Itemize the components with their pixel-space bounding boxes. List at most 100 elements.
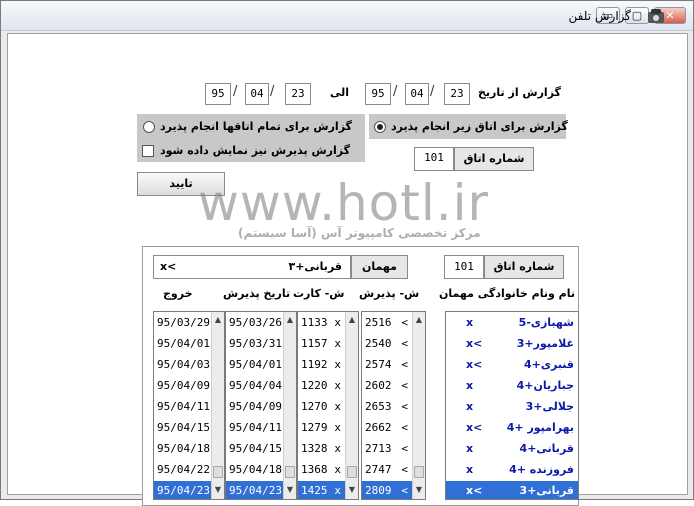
- scroll-down-arrow[interactable]: ▼: [212, 484, 224, 496]
- to-year-input[interactable]: 95: [205, 83, 231, 105]
- scroll-thumb[interactable]: [347, 466, 357, 478]
- table-row[interactable]: 95/04/18: [226, 460, 283, 480]
- guest-caption: مهمان: [351, 255, 408, 279]
- table-row[interactable]: 1220 x: [298, 376, 345, 396]
- table-row[interactable]: 1133 x: [298, 313, 345, 333]
- table-row[interactable]: x جباریان+4: [446, 376, 578, 396]
- cell-value: 95/04/01: [229, 358, 282, 371]
- table-row[interactable]: 2747 <: [362, 460, 412, 480]
- table-row[interactable]: x< غلامپور+3: [446, 334, 578, 354]
- vertical-scrollbar[interactable]: ▲ ▼: [345, 312, 358, 499]
- table-row[interactable]: x جلالی+3: [446, 397, 578, 417]
- all-rooms-radio[interactable]: [143, 121, 155, 133]
- table-row[interactable]: 95/04/18: [154, 439, 211, 459]
- cell-value: 1133: [301, 316, 328, 329]
- checkin-date-list[interactable]: 95/03/26 95/03/31 95/04/01 95/04/04 95/04/09…: [225, 311, 297, 500]
- from-day-input[interactable]: 23: [444, 83, 470, 105]
- room-number-caption: شماره اتاق: [454, 147, 534, 171]
- scroll-down-arrow[interactable]: ▼: [284, 484, 296, 496]
- from-year-input[interactable]: 95: [365, 83, 391, 105]
- cell-value: 95/04/15: [229, 442, 282, 455]
- table-row[interactable]: 2653 <: [362, 397, 412, 417]
- table-row[interactable]: 1368 x: [298, 460, 345, 480]
- guest-name-cell: فروزنده +4: [509, 463, 574, 476]
- table-row[interactable]: 95/04/03: [154, 355, 211, 375]
- table-row[interactable]: 1425 x: [298, 481, 345, 499]
- scroll-up-arrow[interactable]: ▲: [413, 314, 425, 326]
- table-row[interactable]: x شهبازی-5: [446, 313, 578, 333]
- table-row[interactable]: 95/03/29: [154, 313, 211, 333]
- table-row[interactable]: x< بهرامپور +4: [446, 418, 578, 438]
- guest-prefix: x<: [160, 260, 177, 273]
- watermark-text: www.hotl.ir: [198, 174, 490, 232]
- table-row[interactable]: 2662 <: [362, 418, 412, 438]
- table-row[interactable]: 95/04/09: [226, 397, 283, 417]
- row-marker: <: [401, 337, 408, 350]
- table-row[interactable]: 2574 <: [362, 355, 412, 375]
- table-row[interactable]: 95/03/26: [226, 313, 283, 333]
- scroll-up-arrow[interactable]: ▲: [212, 314, 224, 326]
- scroll-thumb[interactable]: [213, 466, 223, 478]
- scroll-thumb[interactable]: [414, 466, 424, 478]
- table-row[interactable]: x فروزنده +4: [446, 460, 578, 480]
- room-number-input[interactable]: 101: [414, 147, 454, 171]
- table-row[interactable]: 1192 x: [298, 355, 345, 375]
- table-row[interactable]: 2713 <: [362, 439, 412, 459]
- table-row[interactable]: x قربانی+4: [446, 439, 578, 459]
- vertical-scrollbar[interactable]: ▲ ▼: [211, 312, 224, 499]
- show-checkin-checkbox[interactable]: [142, 145, 154, 157]
- table-row[interactable]: 95/03/31: [226, 334, 283, 354]
- row-marker: <: [401, 400, 408, 413]
- col-checkin-date-header: تاریخ پذیرش: [223, 287, 291, 300]
- guest-name-list[interactable]: x شهبازی-5 x< غلامپور+3 x< قنبری+4 x جباریان+4 x…: [445, 311, 579, 500]
- table-row[interactable]: 95/04/11: [226, 418, 283, 438]
- table-row[interactable]: 95/04/01: [154, 334, 211, 354]
- table-row[interactable]: x< قنبری+4: [446, 355, 578, 375]
- table-row[interactable]: 1157 x: [298, 334, 345, 354]
- guest-name-cell: قربانی+4: [519, 442, 574, 455]
- vertical-scrollbar[interactable]: ▲ ▼: [412, 312, 425, 499]
- from-date-label: گزارش از تاریخ: [478, 86, 561, 99]
- card-number-list[interactable]: 1133 x 1157 x 1192 x 1220 x 1270 x 1279 x 1328 x 1368 x…: [297, 311, 359, 500]
- table-row[interactable]: 1279 x: [298, 418, 345, 438]
- table-row[interactable]: 95/04/23: [154, 481, 211, 499]
- room-below-label: گزارش برای اتاق زیر انجام پذیرد: [391, 120, 568, 133]
- row-marker: x: [334, 421, 341, 434]
- table-row[interactable]: 95/04/11: [154, 397, 211, 417]
- scroll-up-arrow[interactable]: ▲: [346, 314, 358, 326]
- cell-value: 95/04/03: [157, 358, 210, 371]
- table-row[interactable]: 95/04/04: [226, 376, 283, 396]
- scroll-down-arrow[interactable]: ▼: [346, 484, 358, 496]
- table-row[interactable]: 95/04/15: [226, 439, 283, 459]
- table-row[interactable]: 2540 <: [362, 334, 412, 354]
- table-row[interactable]: 95/04/23: [226, 481, 283, 499]
- table-row[interactable]: 2516 <: [362, 313, 412, 333]
- cell-value: 95/03/29: [157, 316, 210, 329]
- checkout-date-list[interactable]: 95/03/29 95/04/01 95/04/03 95/04/09 95/04/11…: [153, 311, 225, 500]
- table-row[interactable]: 95/04/22: [154, 460, 211, 480]
- cell-value: 2574: [365, 358, 392, 371]
- room-below-radio[interactable]: [374, 121, 386, 133]
- date-separator: /: [270, 84, 275, 99]
- table-row[interactable]: 95/04/01: [226, 355, 283, 375]
- table-row[interactable]: x< قربانی+3: [446, 481, 578, 499]
- cell-value: 95/04/23: [229, 484, 282, 497]
- checkin-number-list[interactable]: 2516 <2540 <2574 <2602 <2653 <2662 <2713 <2747 <…: [361, 311, 426, 500]
- scroll-thumb[interactable]: [285, 466, 295, 478]
- to-day-input[interactable]: 23: [285, 83, 311, 105]
- client-area: گزارش از تاریخ 23 / 04 / 95 الی 23 / 04 …: [7, 33, 688, 506]
- scroll-down-arrow[interactable]: ▼: [413, 484, 425, 496]
- row-mark: x<: [466, 337, 483, 350]
- table-row[interactable]: 1328 x: [298, 439, 345, 459]
- table-row[interactable]: 95/04/15: [154, 418, 211, 438]
- table-row[interactable]: 2809 <: [362, 481, 412, 499]
- row-marker: x: [334, 316, 341, 329]
- table-row[interactable]: 95/04/09: [154, 376, 211, 396]
- from-month-input[interactable]: 04: [405, 83, 429, 105]
- guest-name-cell: غلامپور+3: [516, 337, 574, 350]
- to-month-input[interactable]: 04: [245, 83, 269, 105]
- table-row[interactable]: 1270 x: [298, 397, 345, 417]
- vertical-scrollbar[interactable]: ▲ ▼: [283, 312, 296, 499]
- scroll-up-arrow[interactable]: ▲: [284, 314, 296, 326]
- table-row[interactable]: 2602 <: [362, 376, 412, 396]
